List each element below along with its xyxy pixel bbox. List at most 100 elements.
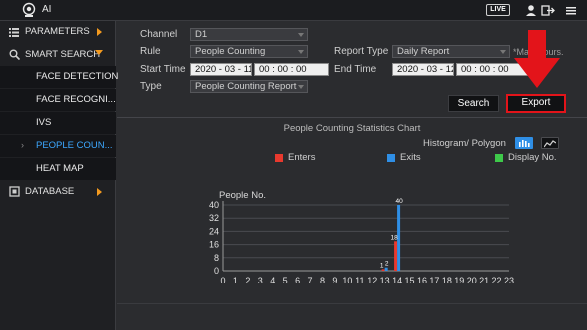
x-tick-label: 17	[429, 276, 439, 283]
channel-label: Channel	[140, 29, 178, 40]
sidebar-item-label: IVS	[36, 117, 52, 128]
end-time-label: End Time	[334, 64, 377, 75]
x-tick-label: 5	[283, 276, 288, 283]
x-tick-label: 7	[308, 276, 313, 283]
data-label: 2	[385, 261, 389, 268]
data-label: 1	[380, 262, 384, 269]
bar-enters-14	[394, 241, 398, 271]
channel-value: D1	[195, 29, 208, 40]
histogram-icon	[519, 140, 530, 147]
search-button[interactable]: Search	[448, 95, 499, 112]
y-axis-label: People No.	[219, 190, 266, 201]
menu-icon[interactable]	[564, 4, 578, 17]
rule-select[interactable]: People Counting	[190, 45, 308, 58]
rule-label: Rule	[140, 46, 161, 57]
x-tick-label: 8	[320, 276, 325, 283]
report-type-value: Daily Report	[397, 46, 450, 57]
list-icon	[9, 28, 19, 37]
sidebar-item-heat-map[interactable]: HEAT MAP	[0, 158, 116, 180]
live-button[interactable]: LIVE	[486, 4, 510, 16]
report-type-label: Report Type	[334, 46, 389, 57]
divider	[117, 117, 587, 118]
x-tick-label: 9	[332, 276, 337, 283]
y-tick-label: 16	[209, 240, 219, 250]
annotation-arrow-icon	[514, 30, 560, 88]
x-tick-label: 21	[479, 276, 489, 283]
channel-select[interactable]: D1	[190, 28, 308, 41]
polygon-button[interactable]	[541, 137, 559, 149]
y-tick-label: 24	[209, 226, 219, 236]
end-date-field[interactable]: 2020 - 03 - 12	[392, 63, 454, 76]
export-button[interactable]: Export	[506, 94, 566, 113]
sidebar-item-label: SMART SEARCH	[25, 49, 101, 60]
chevron-right-icon	[97, 188, 102, 196]
logout-icon[interactable]	[541, 4, 555, 17]
data-label: 40	[395, 198, 403, 205]
sidebar-item-face-recognition[interactable]: FACE RECOGNI...	[0, 89, 116, 111]
x-tick-label: 15	[405, 276, 415, 283]
x-tick-label: 4	[270, 276, 275, 283]
chevron-right-icon	[97, 28, 102, 36]
type-label: Type	[140, 81, 162, 92]
y-tick-label: 32	[209, 213, 219, 223]
sidebar-item-parameters[interactable]: PARAMETERS	[0, 21, 116, 43]
x-tick-label: 13	[380, 276, 390, 283]
x-tick-label: 0	[220, 276, 225, 283]
chevron-down-icon	[500, 50, 506, 54]
sidebar-item-label: FACE RECOGNI...	[36, 94, 116, 105]
x-tick-label: 11	[355, 276, 364, 283]
sidebar-item-label: HEAT MAP	[36, 163, 84, 174]
sidebar-item-label: FACE DETECTION	[36, 71, 119, 82]
sidebar-item-people-counting[interactable]: › PEOPLE COUN...	[0, 135, 116, 157]
start-date-field[interactable]: 2020 - 03 - 11	[190, 63, 252, 76]
x-tick-label: 18	[442, 276, 452, 283]
chevron-down-icon	[95, 50, 103, 55]
histogram-button[interactable]	[515, 137, 533, 149]
app-title: AI	[42, 4, 52, 15]
camera-logo-icon	[22, 2, 36, 17]
search-icon	[9, 49, 20, 60]
type-select[interactable]: People Counting Report	[190, 80, 308, 93]
polygon-icon	[544, 140, 556, 148]
x-tick-label: 2	[245, 276, 250, 283]
rule-value: People Counting	[195, 46, 266, 57]
sidebar-item-face-detection[interactable]: FACE DETECTION	[0, 66, 119, 88]
x-tick-label: 22	[492, 276, 502, 283]
bar-exits-13	[384, 267, 388, 271]
x-tick-label: 1	[233, 276, 238, 283]
x-tick-label: 10	[342, 276, 352, 283]
x-tick-label: 3	[258, 276, 263, 283]
bar-enters-13	[381, 269, 385, 271]
sidebar-item-label: DATABASE	[25, 186, 75, 197]
sidebar-item-ivs[interactable]: IVS	[0, 112, 116, 134]
data-label: 18	[390, 234, 398, 241]
report-type-select[interactable]: Daily Report	[392, 45, 510, 58]
start-time-field[interactable]: 00 : 00 : 00	[254, 63, 329, 76]
divider	[117, 303, 587, 304]
user-icon[interactable]	[524, 4, 538, 17]
top-bar: AI LIVE	[0, 0, 587, 21]
x-tick-label: 14	[392, 276, 402, 283]
y-tick-label: 8	[214, 253, 219, 263]
people-counting-chart: People No.08162432400 1 2 3 4 5 6 7 8 9 10 11 12 13 14…	[209, 190, 514, 283]
x-tick-label: 6	[295, 276, 300, 283]
type-value: People Counting Report	[195, 81, 297, 92]
x-tick-label: 16	[417, 276, 427, 283]
sidebar-item-label: PARAMETERS	[25, 26, 90, 37]
chevron-right-icon: ›	[21, 140, 24, 150]
x-tick-label: 12	[367, 276, 377, 283]
chart-title: People Counting Statistics Chart	[283, 123, 421, 134]
sidebar: PARAMETERS SMART SEARCH FACE DETECTION F…	[0, 21, 119, 330]
start-time-label: Start Time	[140, 64, 186, 75]
chevron-down-icon	[298, 85, 304, 89]
sidebar-item-label: PEOPLE COUN...	[36, 140, 113, 151]
x-tick-label: 20	[467, 276, 477, 283]
x-tick-label: 23	[504, 276, 514, 283]
x-tick-label: 19	[454, 276, 464, 283]
database-icon	[9, 186, 20, 197]
chevron-down-icon	[298, 33, 304, 37]
sidebar-item-database[interactable]: DATABASE	[0, 181, 116, 203]
y-tick-label: 40	[209, 200, 219, 210]
mode-label: Histogram/ Polygon	[423, 138, 506, 149]
sidebar-item-smart-search[interactable]: SMART SEARCH	[0, 44, 116, 66]
